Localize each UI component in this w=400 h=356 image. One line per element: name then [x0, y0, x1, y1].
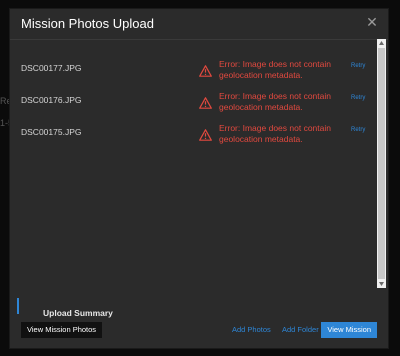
modal-header: Mission Photos Upload ✕: [10, 9, 388, 40]
add-folder-button[interactable]: Add Folder: [282, 322, 319, 338]
warning-icon: [199, 65, 212, 77]
error-line-2: geolocation metadata.: [219, 70, 303, 80]
view-mission-button[interactable]: View Mission: [321, 322, 377, 338]
error-line-2: geolocation metadata.: [219, 134, 303, 144]
error-line-1: Error: Image does not contain: [219, 59, 331, 69]
error-line-1: Error: Image does not contain: [219, 123, 331, 133]
photo-list: DSC00177.JPG Error: Image does not conta…: [10, 39, 376, 318]
error-message: Error: Image does not contain geolocatio…: [219, 123, 339, 145]
modal-title: Mission Photos Upload: [21, 16, 154, 31]
warning-icon: [199, 129, 212, 141]
upload-summary-heading[interactable]: Upload Summary: [43, 308, 113, 318]
filename: DSC00175.JPG: [21, 127, 82, 137]
filename: DSC00177.JPG: [21, 63, 82, 73]
add-photos-button[interactable]: Add Photos: [232, 322, 271, 338]
scroll-up-arrow-icon[interactable]: [378, 40, 385, 46]
close-icon[interactable]: ✕: [365, 15, 379, 29]
error-line-2: geolocation metadata.: [219, 102, 303, 112]
view-mission-photos-button[interactable]: View Mission Photos: [21, 322, 103, 338]
modal-footer: View Mission Photos Add Photos Add Folde…: [10, 318, 388, 348]
error-message: Error: Image does not contain geolocatio…: [219, 91, 339, 113]
error-line-1: Error: Image does not contain: [219, 91, 331, 101]
retry-link[interactable]: Retry: [351, 63, 365, 69]
error-message: Error: Image does not contain geolocatio…: [219, 59, 339, 81]
scrollbar[interactable]: [377, 39, 386, 288]
retry-link[interactable]: Retry: [351, 127, 365, 133]
scrollbar-thumb[interactable]: [378, 48, 385, 279]
list-item: DSC00175.JPG Error: Image does not conta…: [10, 123, 376, 159]
filename: DSC00176.JPG: [21, 95, 82, 105]
scroll-down-arrow-icon[interactable]: [378, 281, 385, 287]
retry-link[interactable]: Retry: [351, 95, 365, 101]
summary-accent-bar: [17, 298, 19, 314]
upload-modal: Mission Photos Upload ✕ DSC00177.JPG Err…: [9, 8, 389, 349]
warning-icon: [199, 97, 212, 109]
